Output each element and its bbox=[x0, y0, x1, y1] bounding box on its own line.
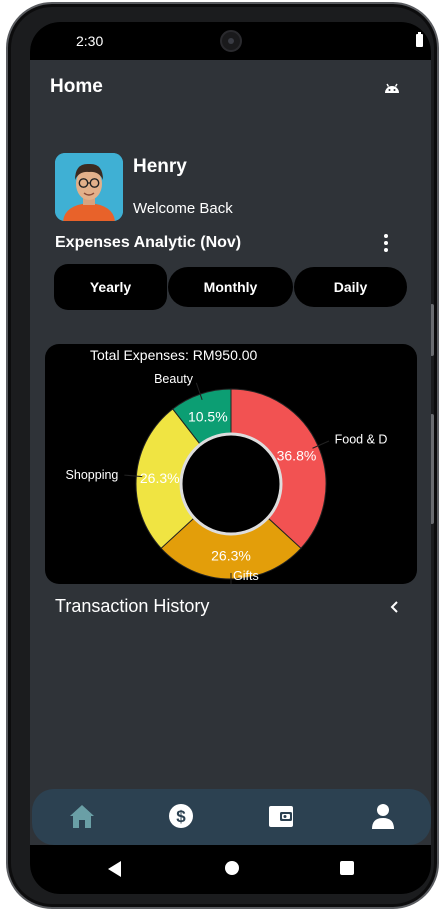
chevron-left-icon[interactable] bbox=[388, 599, 402, 615]
system-navigation-bar bbox=[30, 845, 431, 894]
bottom-navigation: $ bbox=[32, 789, 431, 845]
expenses-chart-card: Total Expenses: RM950.00 36.8% Food & D 26… bbox=[45, 344, 417, 584]
nav-expenses[interactable]: $ bbox=[166, 801, 196, 831]
slice-value-label: 26.3% bbox=[211, 548, 251, 564]
phone-frame: 2:30 Home Henry Welcome Back Expenses An… bbox=[6, 2, 439, 909]
user-icon bbox=[372, 804, 394, 829]
android-icon[interactable] bbox=[383, 80, 401, 98]
user-name: Henry bbox=[133, 156, 187, 177]
expenses-donut-chart[interactable]: Total Expenses: RM950.00 36.8% Food & D 26… bbox=[45, 344, 417, 584]
home-icon bbox=[70, 805, 94, 828]
page-title: Home bbox=[50, 76, 103, 97]
tab-monthly[interactable]: Monthly bbox=[168, 267, 293, 307]
tab-daily[interactable]: Daily bbox=[294, 267, 407, 307]
analytics-title: Expenses Analytic (Nov) bbox=[55, 234, 242, 251]
slice-category-label: Gifts bbox=[233, 569, 259, 583]
back-icon[interactable] bbox=[108, 861, 122, 877]
slice-category-label: Beauty bbox=[154, 372, 194, 386]
status-time: 2:30 bbox=[76, 33, 104, 49]
dollar-icon: $ bbox=[169, 804, 193, 828]
chart-title: Total Expenses: RM950.00 bbox=[90, 347, 258, 363]
screen: 2:30 Home Henry Welcome Back Expenses An… bbox=[30, 22, 431, 894]
recents-icon[interactable] bbox=[340, 861, 354, 875]
slice-value-label: 10.5% bbox=[188, 408, 228, 424]
donut-hole bbox=[179, 432, 283, 536]
svg-text:$: $ bbox=[176, 807, 186, 826]
app-bar: Home bbox=[30, 60, 431, 116]
slice-category-label: Shopping bbox=[66, 468, 119, 482]
front-camera bbox=[220, 30, 242, 52]
status-bar: 2:30 bbox=[30, 22, 431, 60]
more-options-icon[interactable] bbox=[379, 232, 393, 254]
nav-wallet[interactable] bbox=[266, 801, 296, 831]
nav-home[interactable] bbox=[67, 801, 97, 831]
avatar[interactable] bbox=[55, 153, 123, 221]
tab-yearly[interactable]: Yearly bbox=[54, 264, 167, 310]
wallet-icon bbox=[269, 806, 293, 827]
slice-value-label: 36.8% bbox=[277, 447, 317, 463]
avatar-image bbox=[55, 153, 123, 221]
home-button-icon[interactable] bbox=[225, 861, 239, 875]
welcome-text: Welcome Back bbox=[133, 200, 233, 217]
transaction-history-title: Transaction History bbox=[55, 596, 210, 616]
battery-icon bbox=[416, 32, 423, 47]
nav-profile[interactable] bbox=[368, 801, 398, 831]
slice-category-label: Food & D bbox=[335, 432, 388, 446]
slice-value-label: 26.3% bbox=[140, 470, 180, 486]
